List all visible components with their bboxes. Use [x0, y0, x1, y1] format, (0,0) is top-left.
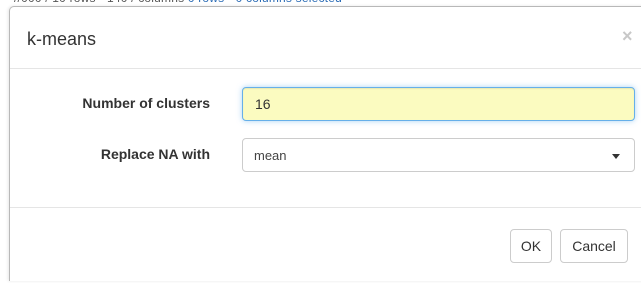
dialog-header: k-means ×	[10, 7, 641, 69]
clusters-label: Number of clusters	[82, 95, 210, 111]
replace-na-row: Replace NA with mean	[10, 138, 641, 172]
dialog-footer: OK Cancel	[10, 207, 641, 283]
replace-na-value: mean	[254, 148, 287, 163]
replace-na-label: Replace NA with	[100, 146, 210, 162]
dialog-title: k-means	[27, 29, 97, 49]
clusters-input[interactable]	[242, 87, 635, 121]
chevron-down-icon	[612, 154, 620, 159]
replace-na-select[interactable]: mean	[242, 138, 635, 172]
cancel-button[interactable]: Cancel	[560, 229, 628, 263]
kmeans-dialog: k-means × Number of clusters Replace NA …	[9, 6, 641, 281]
clusters-row: Number of clusters	[10, 87, 641, 121]
ok-button[interactable]: OK	[510, 229, 552, 263]
close-icon[interactable]: ×	[622, 27, 633, 45]
